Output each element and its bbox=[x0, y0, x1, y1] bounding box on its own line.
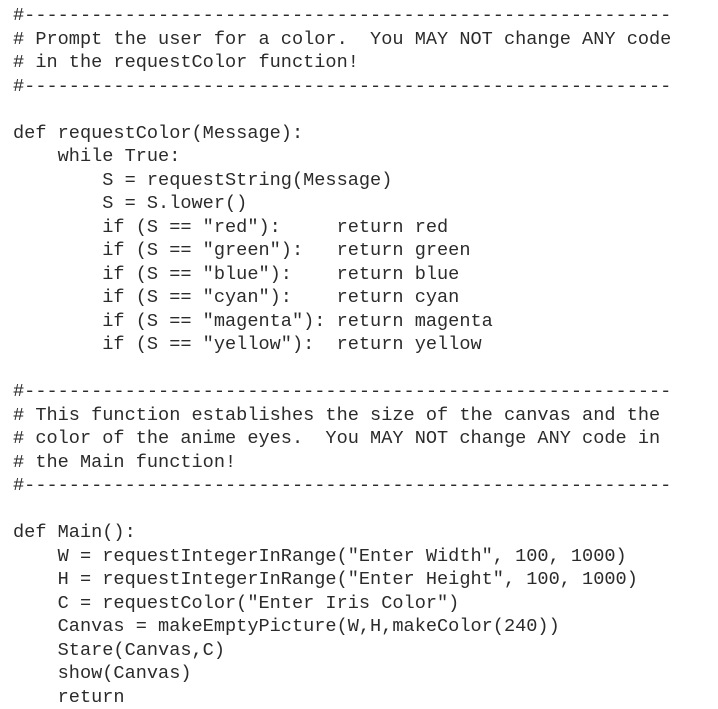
code-line-blank bbox=[13, 498, 718, 522]
code-line: if (S == "blue"): return blue bbox=[13, 263, 718, 287]
code-line: #---------------------------------------… bbox=[13, 75, 718, 99]
code-line: C = requestColor("Enter Iris Color") bbox=[13, 592, 718, 616]
code-line: # in the requestColor function! bbox=[13, 51, 718, 75]
code-listing: #---------------------------------------… bbox=[0, 0, 718, 632]
code-line: #---------------------------------------… bbox=[13, 4, 718, 28]
code-line: Canvas = makeEmptyPicture(W,H,makeColor(… bbox=[13, 615, 718, 639]
code-line-blank bbox=[13, 357, 718, 381]
code-line: #---------------------------------------… bbox=[13, 380, 718, 404]
code-line: H = requestIntegerInRange("Enter Height"… bbox=[13, 568, 718, 592]
code-line: W = requestIntegerInRange("Enter Width",… bbox=[13, 545, 718, 569]
code-line: # the Main function! bbox=[13, 451, 718, 475]
code-line: if (S == "cyan"): return cyan bbox=[13, 286, 718, 310]
code-line-blank bbox=[13, 98, 718, 122]
code-line: S = S.lower() bbox=[13, 192, 718, 216]
code-line: if (S == "yellow"): return yellow bbox=[13, 333, 718, 357]
code-line: #---------------------------------------… bbox=[13, 474, 718, 498]
code-line: # Prompt the user for a color. You MAY N… bbox=[13, 28, 718, 52]
code-line: def Main(): bbox=[13, 521, 718, 545]
code-line: if (S == "magenta"): return magenta bbox=[13, 310, 718, 334]
python-source-code[interactable]: #---------------------------------------… bbox=[13, 4, 718, 709]
code-line: # This function establishes the size of … bbox=[13, 404, 718, 428]
code-line: while True: bbox=[13, 145, 718, 169]
code-line: # color of the anime eyes. You MAY NOT c… bbox=[13, 427, 718, 451]
code-line: return bbox=[13, 686, 718, 709]
code-line: Stare(Canvas,C) bbox=[13, 639, 718, 663]
code-line: def requestColor(Message): bbox=[13, 122, 718, 146]
code-line: if (S == "red"): return red bbox=[13, 216, 718, 240]
code-line: S = requestString(Message) bbox=[13, 169, 718, 193]
code-line: if (S == "green"): return green bbox=[13, 239, 718, 263]
code-line: show(Canvas) bbox=[13, 662, 718, 686]
